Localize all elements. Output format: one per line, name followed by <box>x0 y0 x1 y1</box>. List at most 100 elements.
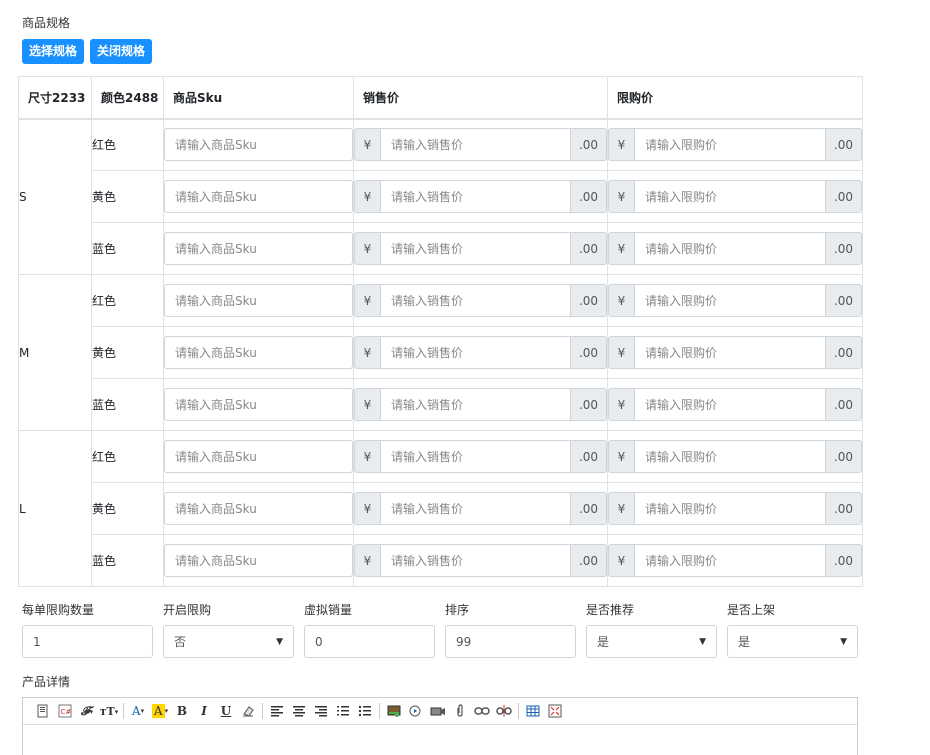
limit-price-input[interactable] <box>634 544 826 577</box>
currency-prefix: ¥ <box>354 180 380 213</box>
limit-price-input[interactable] <box>634 336 826 369</box>
font-family-icon[interactable]: 𝓕 ▾ <box>76 701 98 721</box>
unlink-icon[interactable] <box>493 701 515 721</box>
svg-text:C#: C# <box>61 708 72 716</box>
currency-prefix: ¥ <box>354 440 380 473</box>
caret-down-icon: ▼ <box>276 636 283 647</box>
color-cell: 红色 <box>91 430 164 483</box>
field-label: 虚拟销量 <box>304 603 353 617</box>
sale-price-group: ¥ .00 <box>354 388 607 421</box>
bold-icon[interactable]: B <box>171 701 193 721</box>
unordered-list-icon[interactable] <box>354 701 376 721</box>
decimal-suffix: .00 <box>826 284 862 317</box>
sku-input[interactable] <box>164 544 353 577</box>
limit-price-input[interactable] <box>634 492 826 525</box>
rich-text-editor[interactable]: C# 𝓕 ▾ тT ▾ A ▾ A ▾ B I U <box>22 697 858 755</box>
code-icon[interactable]: C# <box>54 701 76 721</box>
align-center-icon[interactable] <box>288 701 310 721</box>
limit-price-input[interactable] <box>634 284 826 317</box>
sku-input[interactable] <box>164 440 353 473</box>
field-label: 是否上架 <box>727 603 776 617</box>
select-value: 否 <box>174 635 187 649</box>
decimal-suffix: .00 <box>571 544 607 577</box>
sale-price-input[interactable] <box>380 492 571 525</box>
limit-price-input[interactable] <box>634 180 826 213</box>
sku-input[interactable] <box>164 492 353 525</box>
is-on-shelf-select[interactable]: 是 ▼ <box>727 625 858 658</box>
field-label: 开启限购 <box>163 603 212 617</box>
sale-price-input[interactable] <box>380 336 571 369</box>
table-row: M红色 ¥ .00 ¥ .00 <box>18 274 863 431</box>
source-icon[interactable] <box>32 701 54 721</box>
currency-prefix: ¥ <box>608 128 634 162</box>
limit-qty-input[interactable]: 1 <box>22 625 153 658</box>
media-icon[interactable] <box>405 701 427 721</box>
underline-icon[interactable]: U <box>215 701 237 721</box>
limit-price-group: ¥ .00 <box>608 336 862 369</box>
sku-input[interactable] <box>164 388 353 421</box>
virtual-sales-field: 虚拟销量 0 <box>304 601 445 658</box>
table-row: 蓝色 ¥ .00 ¥ .00 <box>19 534 863 587</box>
sale-price-input[interactable] <box>380 128 571 162</box>
attachment-icon[interactable] <box>449 701 471 721</box>
video-icon[interactable] <box>427 701 449 721</box>
sale-price-input[interactable] <box>380 180 571 213</box>
eraser-icon[interactable] <box>237 701 259 721</box>
limit-price-group: ¥ .00 <box>608 284 862 317</box>
header-color: 颜色2488 <box>91 76 164 120</box>
table-row: 黄色 ¥ .00 ¥ .00 <box>19 326 863 379</box>
sort-order-input[interactable]: 99 <box>445 625 576 658</box>
limit-price-input[interactable] <box>634 388 826 421</box>
limit-price-group: ¥ .00 <box>608 440 862 473</box>
limit-price-group: ¥ .00 <box>608 180 862 213</box>
close-spec-button[interactable]: 关闭规格 <box>90 39 153 64</box>
fullscreen-icon[interactable] <box>544 701 566 721</box>
sale-price-group: ¥ .00 <box>354 544 607 577</box>
is-on-shelf-field: 是否上架是 ▼ <box>727 601 868 658</box>
limit-price-group: ¥ .00 <box>608 492 862 525</box>
sale-price-input[interactable] <box>380 440 571 473</box>
table-row: L红色 ¥ .00 ¥ .00 <box>18 430 863 587</box>
highlight-icon[interactable]: A ▾ <box>149 701 171 721</box>
limit-price-input[interactable] <box>634 232 826 265</box>
select-spec-button[interactable]: 选择规格 <box>22 39 85 64</box>
sale-price-input[interactable] <box>380 232 571 265</box>
spec-table: 尺寸2233 颜色2488 商品Sku 销售价 限购价 S红色 ¥ .00 ¥ … <box>18 76 863 587</box>
limit-price-group: ¥ .00 <box>608 232 862 265</box>
link-icon[interactable] <box>471 701 493 721</box>
sku-input[interactable] <box>164 232 353 265</box>
currency-prefix: ¥ <box>354 128 380 162</box>
limit-price-input[interactable] <box>634 128 826 162</box>
italic-icon[interactable]: I <box>193 701 215 721</box>
table-icon[interactable] <box>522 701 544 721</box>
decimal-suffix: .00 <box>826 336 862 369</box>
decimal-suffix: .00 <box>826 440 862 473</box>
product-detail-label: 产品详情 <box>22 675 71 689</box>
virtual-sales-input[interactable]: 0 <box>304 625 435 658</box>
decimal-suffix: .00 <box>826 388 862 421</box>
field-label: 排序 <box>445 603 470 617</box>
sale-price-group: ¥ .00 <box>354 440 607 473</box>
sale-price-input[interactable] <box>380 284 571 317</box>
currency-prefix: ¥ <box>608 336 634 369</box>
sale-price-input[interactable] <box>380 544 571 577</box>
is-recommended-select[interactable]: 是 ▼ <box>586 625 717 658</box>
align-right-icon[interactable] <box>310 701 332 721</box>
currency-prefix: ¥ <box>354 544 380 577</box>
align-left-icon[interactable] <box>266 701 288 721</box>
limit-price-input[interactable] <box>634 440 826 473</box>
font-size-icon[interactable]: тT ▾ <box>98 701 120 721</box>
sale-price-group: ¥ .00 <box>354 180 607 213</box>
enable-limit-select[interactable]: 否 ▼ <box>163 625 294 658</box>
limit-price-group: ¥ .00 <box>608 388 862 421</box>
sale-price-input[interactable] <box>380 388 571 421</box>
sku-input[interactable] <box>164 336 353 369</box>
sku-input[interactable] <box>164 284 353 317</box>
sku-input[interactable] <box>164 128 353 162</box>
sort-order-field: 排序 99 <box>445 601 586 658</box>
font-color-icon[interactable]: A ▾ <box>127 701 149 721</box>
decimal-suffix: .00 <box>571 388 607 421</box>
ordered-list-icon[interactable] <box>332 701 354 721</box>
sku-input[interactable] <box>164 180 353 213</box>
image-icon[interactable] <box>383 701 405 721</box>
